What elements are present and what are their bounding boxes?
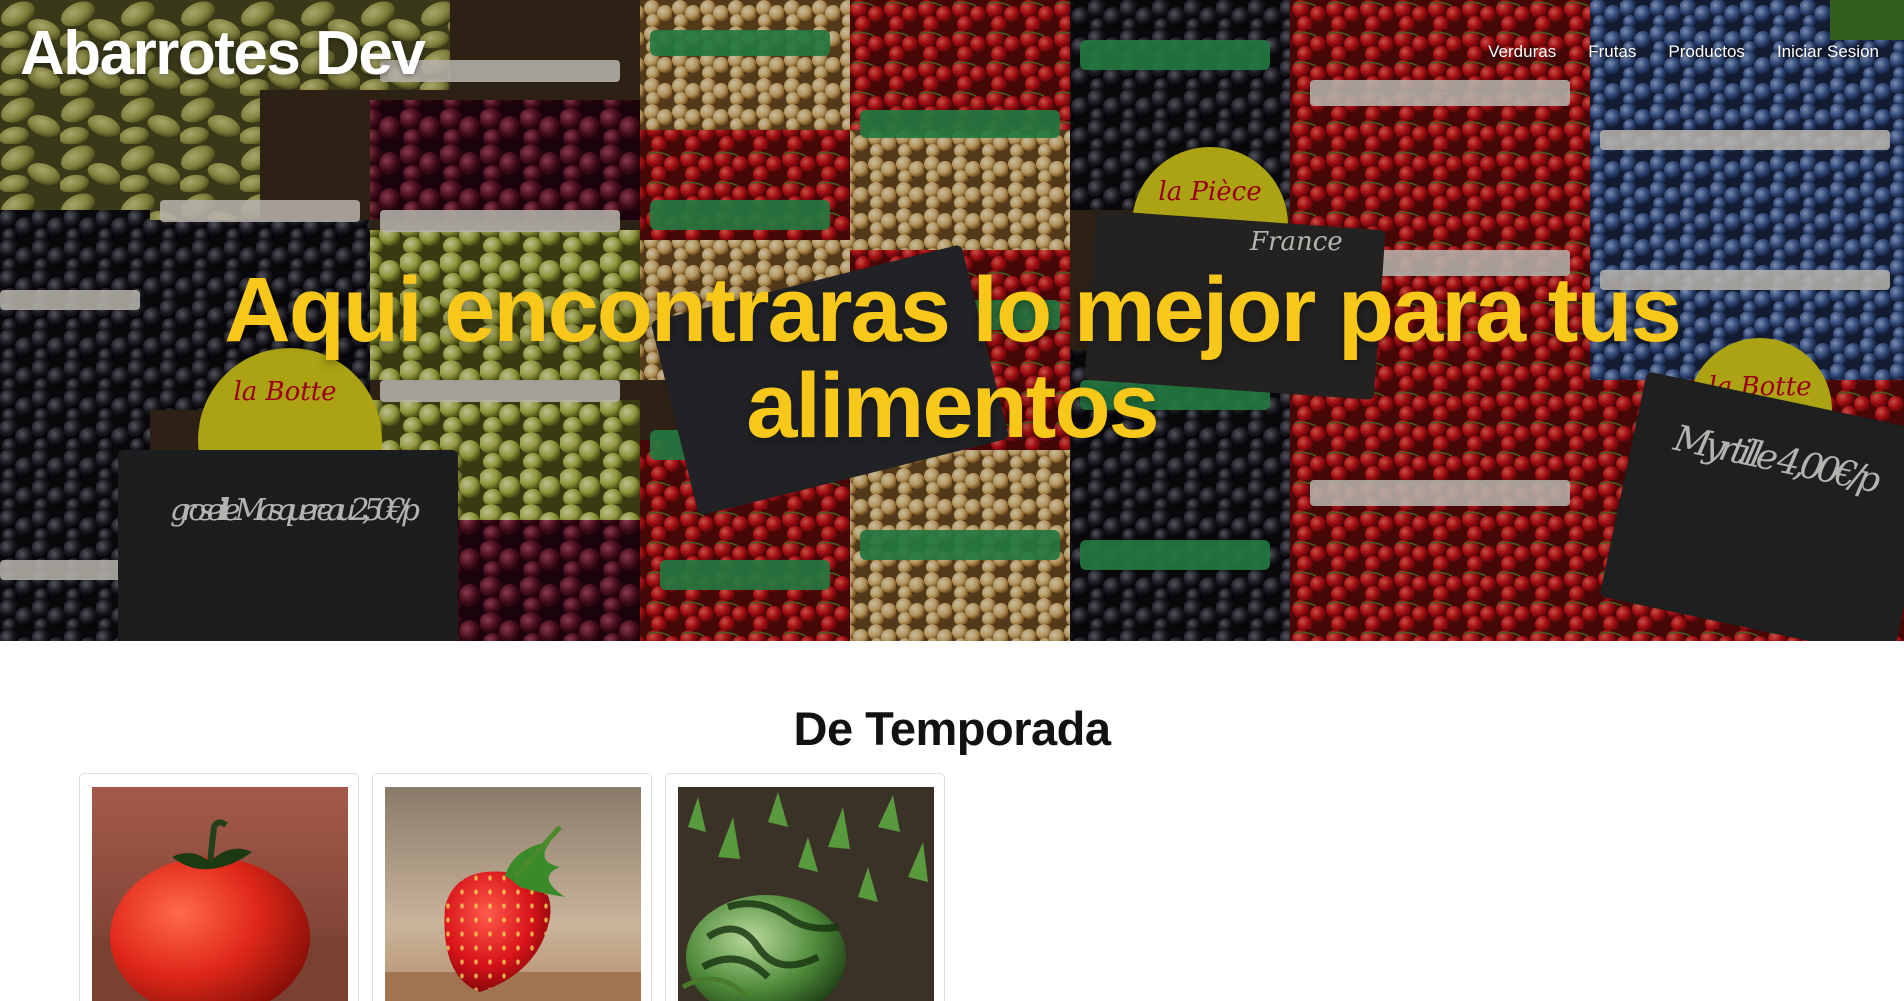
nav-frutas[interactable]: Frutas [1588,42,1636,62]
product-card-watermelon[interactable] [665,773,945,1001]
section-title: De Temporada [793,702,1112,755]
strawberry-image [385,787,641,1001]
tomato-image [92,787,348,1001]
product-cards [79,773,945,1001]
nav-links: Verduras Frutas Productos Iniciar Sesion [1488,42,1879,62]
navbar: Abarrotes Dev Verduras Frutas Productos … [0,0,1904,104]
hero-banner: la Botte la Pièce la Botte groseille Mas… [0,0,1904,641]
watermelon-image [678,787,934,1001]
nav-verduras[interactable]: Verduras [1488,42,1556,62]
hero-title: Aqui encontraras lo mejor para tus alime… [224,259,1681,457]
nav-productos[interactable]: Productos [1668,42,1745,62]
nav-iniciar-sesion[interactable]: Iniciar Sesion [1777,42,1879,62]
brand-logo[interactable]: Abarrotes Dev [20,18,426,89]
product-card-strawberry[interactable] [372,773,652,1001]
product-card-tomato[interactable] [79,773,359,1001]
